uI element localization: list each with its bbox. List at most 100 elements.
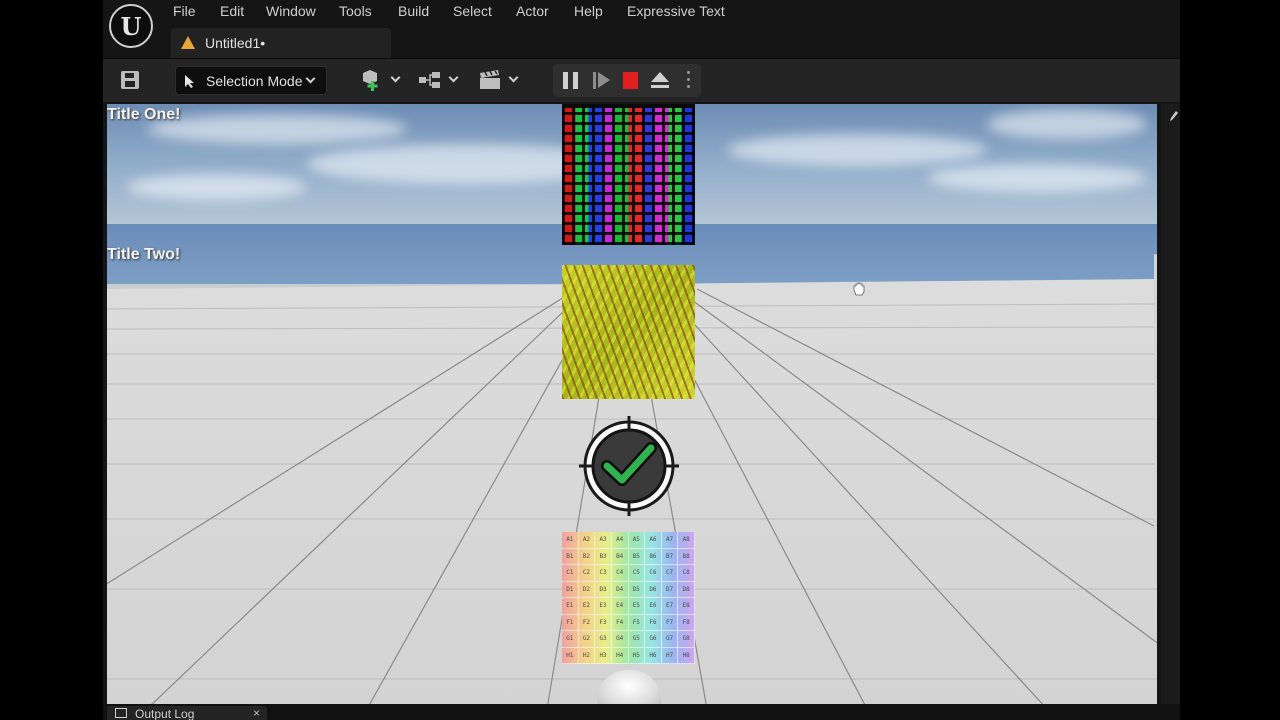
grid-cell: D4 [611, 581, 629, 598]
save-disk-icon [121, 71, 139, 89]
level-viewport[interactable]: Title One! Title Two! A1 A2 A3 A4 A5 A6 A7 A8 B1… [107, 104, 1157, 704]
blueprint-button[interactable] [417, 68, 461, 94]
grid-cell: D1 [562, 581, 579, 598]
grid-cell: F2 [578, 614, 596, 631]
unreal-logo-icon[interactable]: U [109, 4, 153, 48]
grid-cell: E8 [678, 598, 695, 615]
level-tab[interactable]: Untitled1• [171, 28, 391, 58]
grid-cell: H3 [595, 647, 612, 664]
grid-cell: C4 [611, 565, 629, 582]
main-toolbar: Selection Mode [103, 58, 1180, 102]
grid-cell: D3 [595, 581, 612, 598]
log-icon [115, 708, 127, 718]
menu-file[interactable]: File [173, 2, 196, 20]
grid-cell: B2 [578, 548, 596, 565]
grid-cell: E3 [595, 598, 612, 615]
details-panel-edge [1161, 104, 1180, 720]
grid-cell: F8 [678, 614, 695, 631]
noise-texture-image [562, 108, 695, 245]
grid-cell: D8 [678, 581, 695, 598]
cinematics-button[interactable] [477, 68, 521, 94]
grid-cell: A7 [661, 532, 679, 549]
grid-cell: C2 [578, 565, 596, 582]
grid-cell: G4 [611, 631, 629, 648]
level-warning-icon [181, 36, 195, 49]
stop-button[interactable] [623, 72, 638, 89]
menu-bar: U File Edit Window Tools Build Select Ac… [103, 0, 1180, 58]
grid-cell: C8 [678, 565, 695, 582]
grid-cell: E2 [578, 598, 596, 615]
viewport-scrollbar[interactable] [1154, 254, 1157, 584]
menu-edit[interactable]: Edit [220, 2, 244, 20]
grid-cell: F7 [661, 614, 679, 631]
grid-cell: B3 [595, 548, 612, 565]
grid-cell: H4 [611, 647, 629, 664]
menu-help[interactable]: Help [574, 2, 603, 20]
grid-cell: G2 [578, 631, 596, 648]
grid-cell: A4 [611, 532, 629, 549]
pause-button[interactable] [563, 72, 579, 89]
grid-cell: D7 [661, 581, 679, 598]
play-controls [553, 64, 701, 97]
frame-skip-button[interactable] [593, 72, 611, 89]
grid-cell: B6 [645, 548, 662, 565]
menu-tools[interactable]: Tools [339, 2, 372, 20]
grid-cell: F6 [645, 614, 662, 631]
grid-cell: B7 [661, 548, 679, 565]
chevron-down-icon [448, 72, 459, 83]
grid-cell: A8 [678, 532, 695, 549]
grid-cell: G1 [562, 631, 579, 648]
blueprint-nodes-icon [419, 72, 440, 88]
grid-cell: H2 [578, 647, 596, 664]
output-log-tab[interactable]: Output Log × [107, 706, 267, 720]
eject-button[interactable] [651, 72, 669, 89]
grid-cell: H1 [562, 647, 579, 664]
grid-cell: A1 [562, 532, 579, 549]
grid-cell: F1 [562, 614, 579, 631]
add-actor-button[interactable] [359, 68, 403, 94]
grid-cell: A2 [578, 532, 596, 549]
selection-mode-dropdown[interactable]: Selection Mode [175, 66, 327, 95]
menu-actor[interactable]: Actor [516, 2, 549, 20]
grid-cell: A3 [595, 532, 612, 549]
menu-window[interactable]: Window [266, 2, 316, 20]
grid-cell: D5 [628, 581, 646, 598]
level-tab-label: Untitled1• [205, 35, 266, 51]
grid-cell: G8 [678, 631, 695, 648]
menu-expressive-text[interactable]: Expressive Text [627, 2, 725, 20]
grid-cell: B1 [562, 548, 579, 565]
menu-build[interactable]: Build [398, 2, 429, 20]
grid-cell: G7 [661, 631, 679, 648]
grid-cell: F4 [611, 614, 629, 631]
more-options-icon[interactable] [687, 71, 691, 91]
grid-cell: A6 [645, 532, 662, 549]
grid-cell: H7 [661, 647, 679, 664]
grid-cell: B4 [611, 548, 629, 565]
hand-cursor-icon [853, 282, 865, 296]
chevron-down-icon [390, 72, 401, 83]
grid-cell: H8 [678, 647, 695, 664]
grid-cell: G6 [645, 631, 662, 648]
menu-select[interactable]: Select [453, 2, 492, 20]
pencil-icon[interactable] [1169, 110, 1179, 122]
chevron-down-icon [305, 73, 316, 84]
grid-cell: G5 [628, 631, 646, 648]
grid-cell: C3 [595, 565, 612, 582]
grid-cell: E4 [611, 598, 629, 615]
grid-cell: H5 [628, 647, 646, 664]
grid-cell: F5 [628, 614, 646, 631]
title-two-label: Title Two! [107, 246, 181, 263]
grid-cell: C6 [645, 565, 662, 582]
grid-cell: B8 [678, 548, 695, 565]
uv-grid-image: A1 A2 A3 A4 A5 A6 A7 A8 B1 B2 B3 B4 B5 B6 B7 B8 C1 C2 C3 C4… [562, 532, 695, 664]
close-icon[interactable]: × [253, 706, 260, 720]
save-button[interactable] [119, 69, 141, 91]
grid-cell: B5 [628, 548, 646, 565]
clapperboard-icon [480, 70, 500, 89]
wave-texture-image [562, 265, 695, 399]
output-log-label: Output Log [135, 707, 195, 720]
grid-cell: E6 [645, 598, 662, 615]
grid-cell: C7 [661, 565, 679, 582]
grid-cell: E7 [661, 598, 679, 615]
grid-cell: F3 [595, 614, 612, 631]
